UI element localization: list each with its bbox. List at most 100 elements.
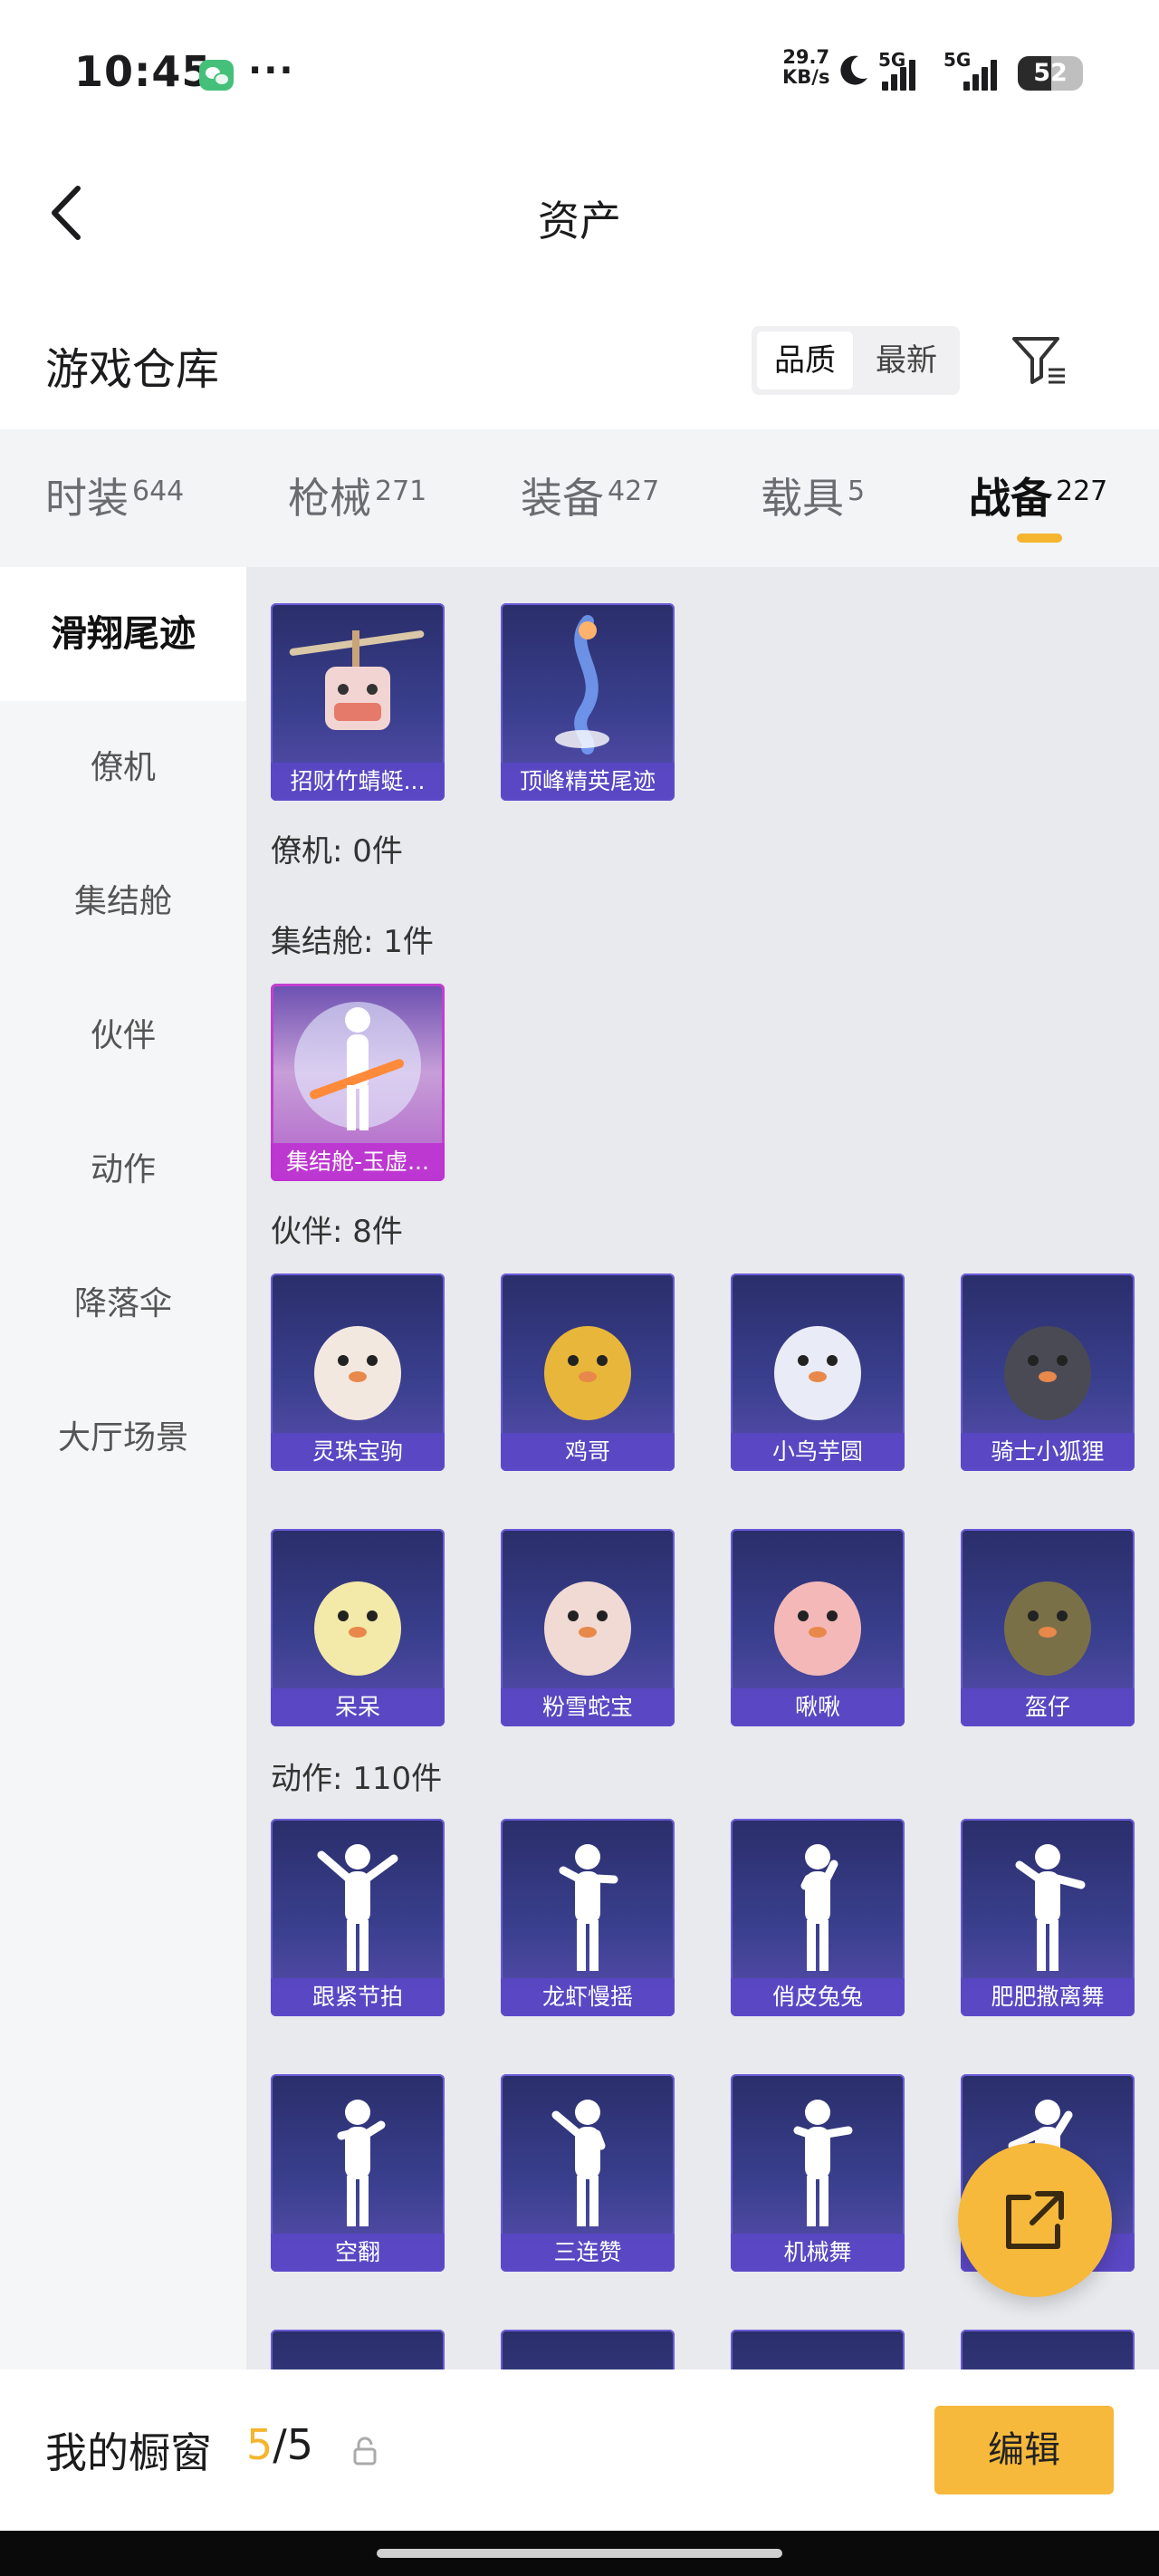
assembly-pod-image [294, 1002, 421, 1130]
item-name: 呆呆 [271, 1688, 445, 1726]
network-speed-value: 29.7 [782, 46, 830, 68]
tab-fashion[interactable]: 时装 644 [45, 466, 184, 529]
dance-pose-image [317, 1844, 398, 1971]
showcase-title: 我的橱窗 [45, 2428, 212, 2477]
tab-label: 战备 [969, 474, 1052, 523]
system-navigation-bar [0, 2531, 1159, 2576]
item-card[interactable]: 招财竹蜻蜓... [271, 603, 445, 801]
elite-trail-image [555, 615, 609, 755]
item-name: 龙虾慢摇 [501, 1978, 675, 2016]
item-card[interactable]: 啾啾 [731, 1529, 905, 1726]
item-card[interactable]: 粉雪蛇宝 [501, 1529, 675, 1726]
item-card[interactable]: 小鸟芋圆 [731, 1274, 905, 1471]
item-card[interactable]: 跟紧节拍 [271, 1819, 445, 2016]
partner-figure-image [314, 1581, 401, 1676]
item-name: 啾啾 [731, 1688, 905, 1726]
tab-vehicles[interactable]: 载具 5 [761, 466, 865, 529]
tab-combat-gear[interactable]: 战备 227 [969, 466, 1107, 529]
item-name: 招财竹蜻蜓... [271, 763, 445, 801]
warehouse-header: 游戏仓库 品质 最新 [0, 299, 1159, 426]
sort-latest-button[interactable]: 最新 [858, 332, 954, 389]
wechat-notification-icon [199, 60, 234, 91]
do-not-disturb-moon-icon [840, 55, 867, 85]
share-external-icon [1006, 2191, 1064, 2249]
item-card[interactable]: 灵珠宝驹 [271, 1274, 445, 1471]
item-name: 三连赞 [501, 2234, 675, 2272]
item-name: 俏皮兔兔 [731, 1978, 905, 2016]
sidebar-item-parachute[interactable]: 降落伞 [0, 1237, 246, 1371]
item-card[interactable]: 空翻 [271, 2074, 445, 2272]
warehouse-title: 游戏仓库 [45, 344, 220, 395]
partner-figure-image [544, 1581, 631, 1676]
active-tab-indicator [1017, 533, 1062, 543]
filter-icon[interactable] [1011, 333, 1068, 388]
item-card[interactable]: 机械舞 [731, 2074, 905, 2272]
dance-pose-image [793, 2100, 853, 2226]
showcase-bar: 我的橱窗 5/5 编辑 [0, 2369, 1159, 2531]
tab-count: 644 [132, 476, 185, 507]
edit-button[interactable]: 编辑 [934, 2406, 1114, 2494]
item-name: 空翻 [271, 2234, 445, 2272]
item-name: 骑士小狐狸 [961, 1433, 1135, 1471]
partner-figure-image [1004, 1581, 1091, 1676]
item-card[interactable]: 呆呆 [271, 1529, 445, 1726]
showcase-count-current: 5 [246, 2420, 273, 2469]
item-card[interactable] [501, 2330, 675, 2369]
tab-label: 时装 [45, 474, 129, 523]
sidebar-item-wingman[interactable]: 僚机 [0, 701, 246, 835]
item-card[interactable] [271, 2330, 445, 2369]
status-bar: 10:45 ··· 29.7 KB/s 5G 5G 52 [0, 0, 1159, 145]
network-speed: 29.7 KB/s [782, 47, 829, 87]
section-label-action: 动作: 110件 [271, 1761, 443, 1797]
sidebar-item-partner[interactable]: 伙伴 [0, 969, 246, 1103]
nav-bar: 资产 [0, 145, 1159, 281]
tab-count: 227 [1056, 476, 1108, 507]
item-card[interactable]: 骑士小狐狸 [961, 1274, 1135, 1471]
dance-pose-image [551, 2100, 606, 2226]
partner-figure-image [774, 1326, 861, 1420]
item-card[interactable] [961, 2330, 1135, 2369]
bamboo-dragonfly-image [289, 630, 425, 730]
partner-figure-image [1004, 1326, 1091, 1420]
sidebar-item-assembly-pod[interactable]: 集结舱 [0, 835, 246, 969]
page-title: 资产 [538, 197, 621, 245]
sidebar-item-glide-trail[interactable]: 滑翔尾迹 [0, 567, 246, 701]
item-name: 盔仔 [961, 1688, 1135, 1726]
partner-figure-image [774, 1581, 861, 1676]
tab-count: 5 [848, 476, 866, 507]
signal-strength-2-icon [962, 56, 1003, 91]
battery-icon: 52 [1018, 56, 1083, 91]
tab-equipment[interactable]: 装备 427 [521, 466, 659, 529]
section-label-assembly: 集结舱: 1件 [271, 924, 434, 960]
tab-label: 装备 [521, 474, 604, 523]
item-name: 灵珠宝驹 [271, 1433, 445, 1471]
item-card[interactable]: 俏皮兔兔 [731, 1819, 905, 2016]
dance-pose-image [800, 1844, 838, 1971]
item-card[interactable]: 盔仔 [961, 1529, 1135, 1726]
home-indicator[interactable] [377, 2549, 782, 2558]
showcase-count-total: 5 [286, 2420, 314, 2469]
showcase-count: 5/5 [246, 2420, 313, 2469]
more-notifications-icon: ··· [248, 50, 295, 91]
item-card[interactable]: 龙虾慢摇 [501, 1819, 675, 2016]
tab-label: 枪械 [288, 474, 371, 523]
sort-quality-button[interactable]: 品质 [757, 332, 853, 389]
item-card[interactable] [731, 2330, 905, 2369]
share-button[interactable] [958, 2143, 1112, 2297]
item-card[interactable]: 三连赞 [501, 2074, 675, 2272]
dance-pose-image [337, 2100, 386, 2226]
tab-guns[interactable]: 枪械 271 [288, 466, 426, 529]
status-time: 10:45 [74, 47, 212, 96]
item-card[interactable]: 集结舱-玉虚... [271, 984, 445, 1181]
item-card[interactable]: 顶峰精英尾迹 [501, 603, 675, 801]
tab-label: 载具 [761, 474, 844, 523]
partner-figure-image [544, 1326, 631, 1420]
item-card[interactable]: 鸡哥 [501, 1274, 675, 1471]
network-speed-unit: KB/s [782, 66, 830, 88]
partner-figure-image [314, 1326, 401, 1420]
item-name: 粉雪蛇宝 [501, 1688, 675, 1726]
sidebar-item-lobby-scene[interactable]: 大厅场景 [0, 1371, 246, 1505]
tab-count: 427 [608, 476, 660, 507]
item-card[interactable]: 肥肥撒离舞 [961, 1819, 1135, 2016]
sidebar-item-action[interactable]: 动作 [0, 1103, 246, 1237]
